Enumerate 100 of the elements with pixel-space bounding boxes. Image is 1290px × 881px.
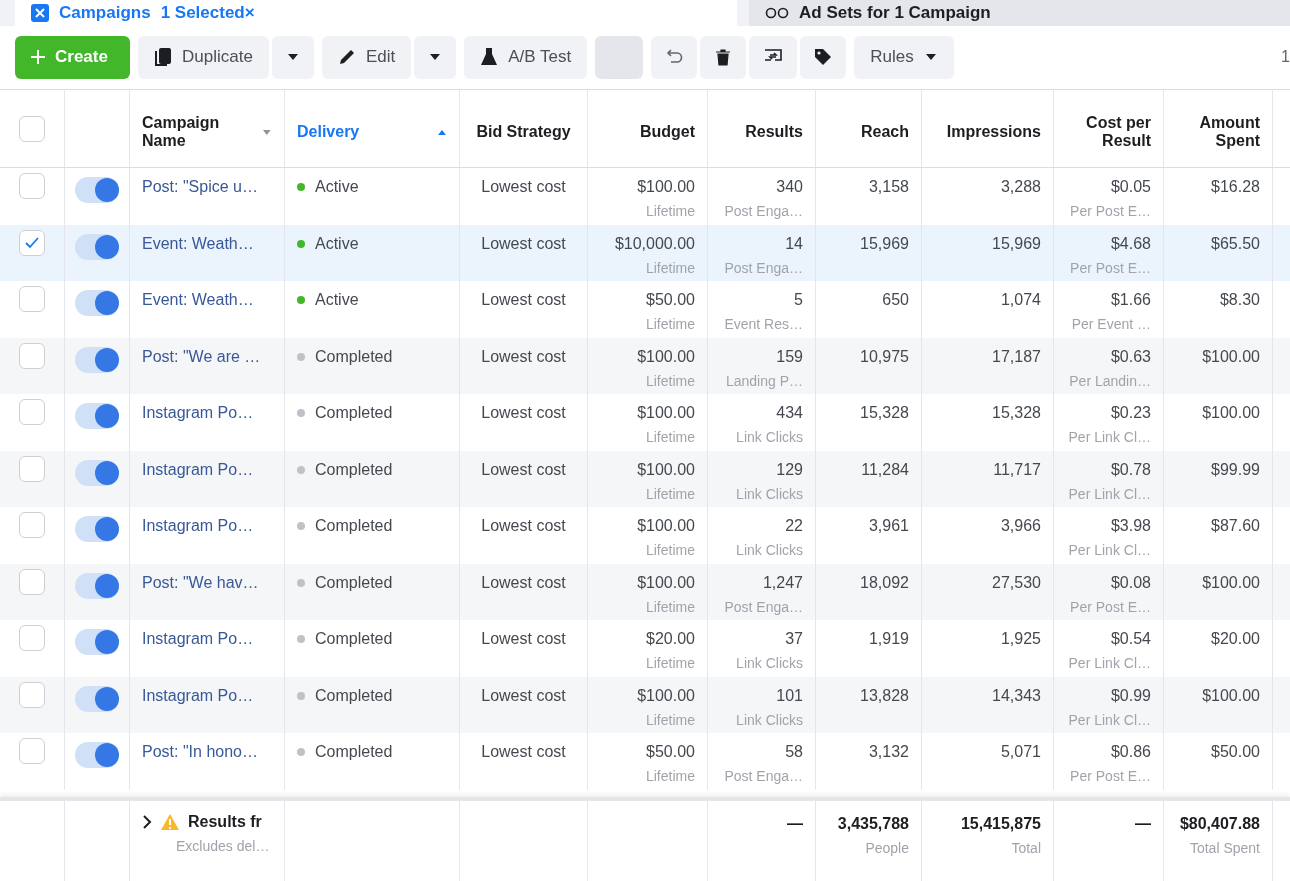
table-cell-text: $100.00 bbox=[636, 686, 695, 705]
table-cell-text: — bbox=[1134, 815, 1151, 833]
column-header[interactable]: Delivery bbox=[297, 122, 360, 141]
column-header[interactable]: Bid Strategy bbox=[476, 122, 571, 141]
table-cell-text: Lowest cost bbox=[480, 743, 567, 761]
toggle-switch[interactable] bbox=[75, 403, 119, 429]
export-button[interactable] bbox=[749, 35, 798, 79]
tab[interactable]: Campaigns 1 Selected× bbox=[15, 0, 737, 26]
table-cell-text: Lowest cost bbox=[480, 517, 567, 535]
table-cell-text: $50.00 bbox=[645, 291, 695, 309]
campaign-name-link[interactable]: Post: "We hav… bbox=[142, 573, 272, 592]
tag-button[interactable] bbox=[800, 35, 847, 79]
campaign-name-link[interactable]: Instagram Po… bbox=[142, 686, 272, 705]
cell-note: Lifetime bbox=[644, 203, 695, 219]
campaign-name-link[interactable]: Post: "Spice u… bbox=[142, 178, 272, 196]
table-cell-text: Lowest cost bbox=[480, 630, 567, 648]
row-checkbox[interactable] bbox=[19, 173, 45, 199]
row-checkbox[interactable] bbox=[19, 738, 45, 764]
delivery-status: Completed bbox=[315, 630, 393, 648]
campaign-name-link[interactable]: Instagram Po… bbox=[142, 460, 272, 479]
tag-icon bbox=[814, 48, 833, 66]
ab-test-button[interactable]: A/B Test bbox=[464, 35, 588, 79]
campaign-name-link[interactable]: Post: "We are … bbox=[142, 347, 272, 366]
delivery-status: Active bbox=[315, 178, 359, 196]
ad-sets-icon bbox=[765, 6, 789, 20]
close-icon[interactable]: × bbox=[244, 3, 255, 22]
table-cell-text: Lowest cost bbox=[480, 234, 567, 253]
table-cell-text: $16.28 bbox=[1210, 178, 1260, 196]
toggle-switch[interactable] bbox=[75, 290, 119, 316]
table-cell-text: $3.98 bbox=[1109, 517, 1151, 535]
cell-note: Post Enga… bbox=[723, 203, 803, 219]
column-header[interactable]: Campaign Name bbox=[142, 113, 263, 150]
flask-icon bbox=[480, 47, 499, 67]
cell-note: Link Clicks bbox=[735, 655, 803, 671]
toggle-switch[interactable] bbox=[75, 233, 119, 260]
toggle-switch[interactable] bbox=[75, 685, 119, 712]
toggle-switch[interactable] bbox=[75, 629, 119, 655]
cell-note: Per Post E… bbox=[1069, 598, 1151, 615]
table-cell-text: 5 bbox=[793, 291, 803, 309]
campaign-name-link[interactable]: Event: Weath… bbox=[142, 234, 272, 253]
column-header[interactable]: Budget bbox=[639, 122, 695, 141]
toggle-switch[interactable] bbox=[75, 459, 119, 486]
row-checkbox[interactable] bbox=[19, 625, 45, 651]
column-header[interactable]: Reach bbox=[860, 122, 909, 141]
table-cell-text: $0.78 bbox=[1109, 460, 1151, 479]
campaign-icon bbox=[31, 4, 49, 22]
toggle-switch[interactable] bbox=[75, 346, 119, 373]
row-checkbox[interactable] bbox=[19, 681, 45, 708]
table-cell-text: 3,288 bbox=[999, 178, 1041, 196]
row-checkbox[interactable] bbox=[19, 342, 45, 369]
delete-button[interactable] bbox=[700, 35, 747, 79]
table-cell-text: 340 bbox=[775, 178, 803, 196]
table-cell-text: Lowest cost bbox=[480, 347, 567, 366]
row-checkbox[interactable] bbox=[19, 286, 45, 312]
toggle-switch[interactable] bbox=[75, 572, 119, 599]
table-cell-text: 15,328 bbox=[991, 404, 1041, 422]
delivery-status: Completed bbox=[315, 347, 393, 366]
selection-badge[interactable]: 1 Selected× bbox=[160, 3, 255, 23]
campaign-name-link[interactable]: Instagram Po… bbox=[142, 404, 272, 422]
table-cell-text: $100.00 bbox=[636, 347, 695, 366]
table-cell-text: $99.99 bbox=[1210, 460, 1260, 479]
column-header[interactable]: Impressions bbox=[946, 122, 1041, 141]
cell-note: Event Res… bbox=[723, 316, 803, 332]
table-cell-text: 3,435,788 bbox=[836, 815, 909, 833]
plus-icon bbox=[31, 50, 45, 64]
campaign-name-link[interactable]: Instagram Po… bbox=[142, 630, 272, 648]
table-cell-text: $50.00 bbox=[645, 743, 695, 761]
duplicate-button[interactable]: Duplicate bbox=[138, 35, 269, 79]
table-cell-text: 159 bbox=[775, 347, 803, 366]
row-checkbox[interactable] bbox=[19, 455, 45, 482]
row-checkbox[interactable] bbox=[19, 229, 45, 256]
table-cell-text: 18,092 bbox=[859, 573, 909, 592]
row-checkbox[interactable] bbox=[19, 568, 45, 595]
row-checkbox[interactable] bbox=[19, 399, 45, 425]
rules-button[interactable]: Rules bbox=[854, 35, 954, 79]
column-header[interactable]: Results bbox=[745, 122, 803, 141]
cell-note: Per Link Cl… bbox=[1067, 485, 1151, 502]
table-cell-text: Lowest cost bbox=[480, 404, 567, 422]
table-cell-text: Lowest cost bbox=[480, 291, 567, 309]
table-cell-text: 27,530 bbox=[991, 573, 1041, 592]
column-header[interactable]: Cost per Result bbox=[1066, 113, 1151, 150]
campaign-name-link[interactable]: Instagram Po… bbox=[142, 517, 272, 535]
select-all-checkbox[interactable] bbox=[19, 115, 45, 142]
toggle-switch[interactable] bbox=[75, 177, 119, 203]
cell-note: Landing P… bbox=[724, 372, 803, 389]
table-cell-text: 15,969 bbox=[991, 234, 1041, 253]
table-cell-text: $65.50 bbox=[1210, 234, 1260, 253]
cell-note: Per Post E… bbox=[1069, 768, 1151, 784]
tab[interactable]: Ad Sets for 1 Campaign bbox=[749, 0, 1290, 26]
edit-button[interactable]: Edit bbox=[321, 35, 412, 79]
column-header[interactable]: Amount Spent bbox=[1176, 113, 1260, 150]
toggle-switch[interactable] bbox=[75, 742, 119, 768]
chevron-right-icon[interactable] bbox=[142, 815, 152, 829]
campaign-name-link[interactable]: Event: Weath… bbox=[142, 291, 272, 309]
tab-label: Campaigns bbox=[59, 3, 151, 23]
row-checkbox[interactable] bbox=[19, 512, 45, 538]
toggle-switch[interactable] bbox=[75, 516, 119, 542]
campaign-name-link[interactable]: Post: "In hono… bbox=[142, 743, 272, 761]
trash-icon bbox=[714, 48, 733, 66]
cell-note: Total bbox=[1010, 840, 1041, 856]
